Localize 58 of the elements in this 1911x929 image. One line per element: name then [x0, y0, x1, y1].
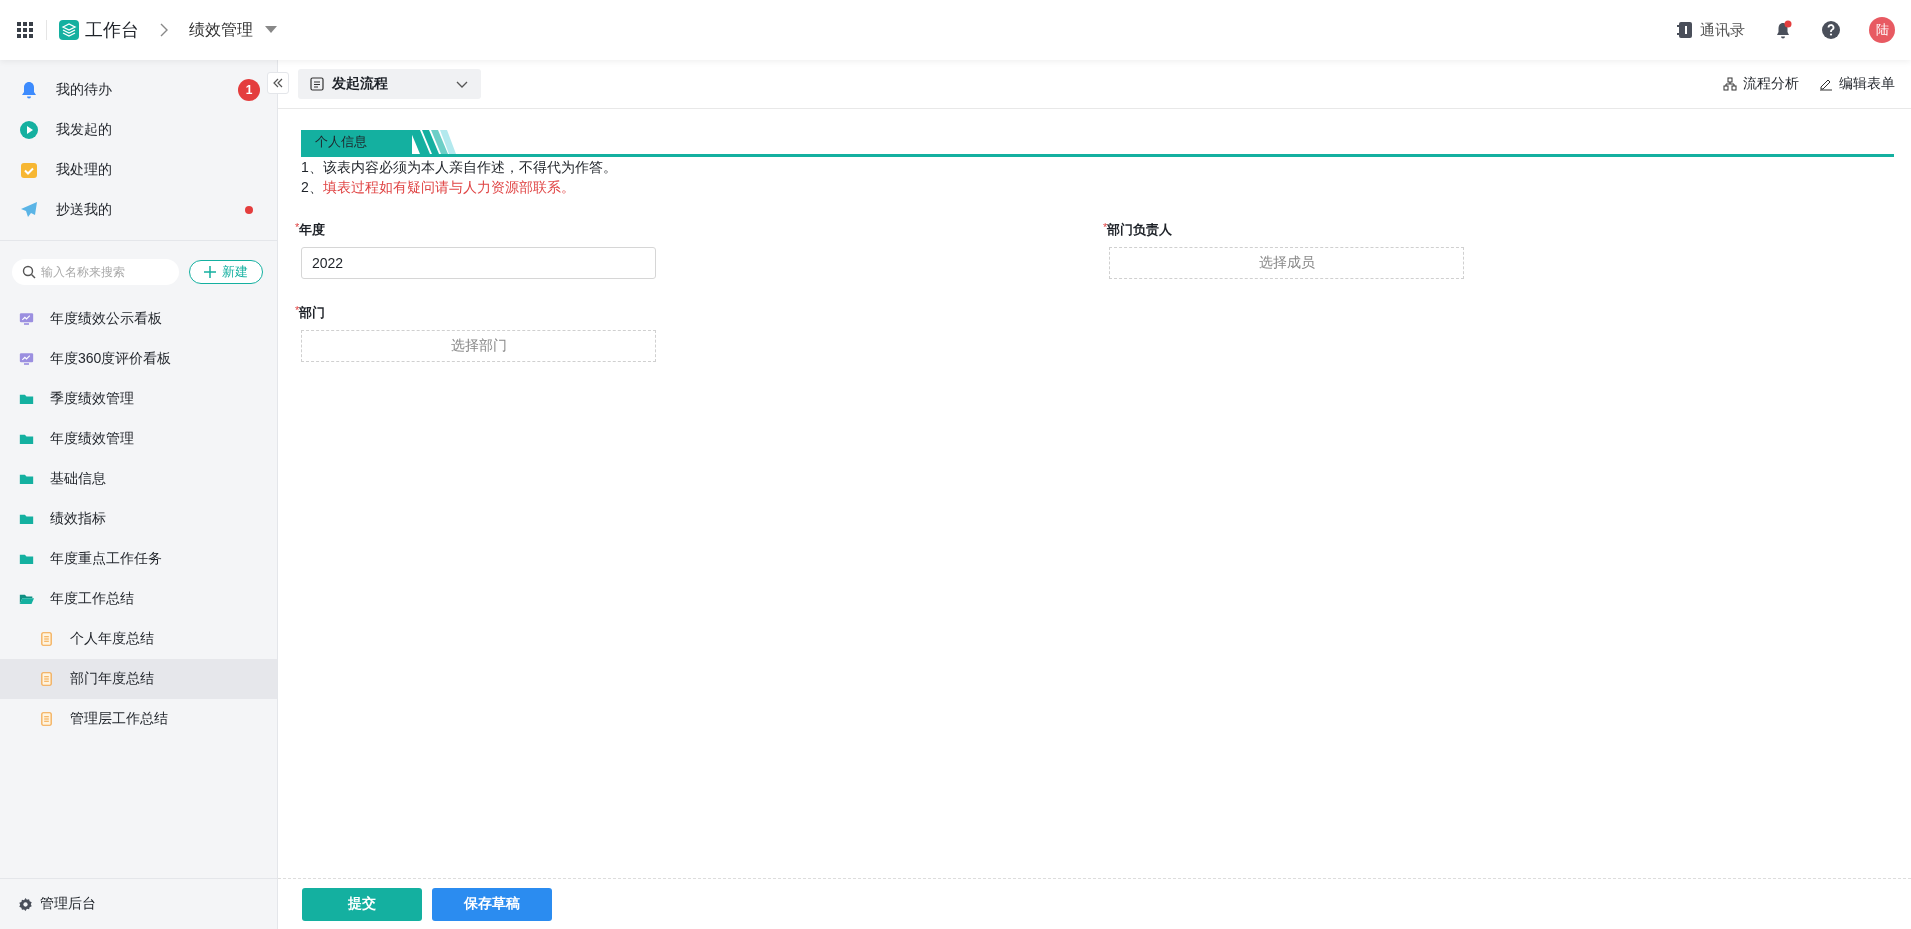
toolbar-link[interactable]: 编辑表单: [1819, 75, 1895, 93]
contacts-link[interactable]: 通讯录: [1700, 20, 1745, 40]
document-icon: [39, 632, 54, 646]
field-label: 年度: [299, 221, 326, 239]
toolbar-link[interactable]: 流程分析: [1723, 75, 1799, 93]
sidebar-item[interactable]: 我处理的: [56, 161, 260, 179]
settings-icon: [18, 896, 33, 912]
app-grid-icon[interactable]: [16, 21, 34, 39]
sidebar-item[interactable]: 基础信息: [50, 470, 106, 488]
workspace-title[interactable]: 工作台: [85, 18, 139, 42]
app-name[interactable]: 绩效管理: [189, 19, 253, 41]
search-field[interactable]: 输入名称来搜索: [12, 259, 179, 285]
pencil-icon: [1819, 77, 1833, 91]
required-mark: *: [1103, 221, 1108, 233]
document-icon: [39, 712, 54, 726]
stripes-decoration: [410, 130, 456, 154]
picker-field[interactable]: 选择部门: [301, 330, 656, 362]
document-icon: [39, 672, 54, 686]
chevron-right-icon: [159, 23, 169, 37]
process-dropdown[interactable]: 发起流程: [298, 69, 481, 99]
search-icon: [22, 265, 36, 279]
bell-icon: [19, 80, 39, 100]
count-badge: 1: [238, 79, 260, 101]
sidebar-item[interactable]: 年度工作总结: [50, 590, 134, 608]
collapse-button[interactable]: [267, 72, 289, 94]
sidebar-item[interactable]: 年度360度评价看板: [50, 350, 172, 368]
caret-icon[interactable]: [265, 26, 277, 34]
play-icon: [19, 120, 39, 140]
sidebar-item[interactable]: 我发起的: [56, 121, 260, 139]
required-mark: *: [295, 304, 300, 316]
input-field[interactable]: 2022: [301, 247, 656, 279]
sidebar-item[interactable]: 年度绩效公示看板: [50, 310, 162, 328]
tree-item[interactable]: 个人年度总结: [0, 619, 277, 659]
sidebar-item[interactable]: 绩效指标: [50, 510, 106, 528]
sidebar-item[interactable]: 年度重点工作任务: [50, 550, 162, 568]
sidebar-item[interactable]: 年度绩效管理: [50, 430, 134, 448]
sidebar-item[interactable]: 季度绩效管理: [50, 390, 134, 408]
admin-link[interactable]: 管理后台: [40, 895, 96, 913]
required-mark: *: [295, 221, 300, 233]
document-icon: [310, 77, 324, 91]
help-icon[interactable]: [1821, 20, 1841, 40]
layers-logo-icon: [59, 20, 79, 40]
double-chevron-left-icon: [272, 77, 284, 89]
contacts-book-icon[interactable]: [1676, 21, 1694, 39]
instruction-note: 1、该表内容必须为本人亲自作述，不得代为作答。: [301, 158, 618, 177]
hierarchy-icon: [1723, 77, 1737, 91]
instruction-note: 2、填表过程如有疑问请与人力资源部联系。: [301, 178, 576, 197]
tree-item[interactable]: 部门年度总结: [0, 659, 277, 699]
field-label: 部门负责人: [1107, 221, 1173, 239]
tree-item[interactable]: 管理层工作总结: [0, 699, 277, 739]
picker-field[interactable]: 选择成员: [1109, 247, 1464, 279]
sidebar-item[interactable]: 我的待办: [56, 81, 221, 99]
monitor-chart-icon: [19, 352, 34, 366]
sidebar-item[interactable]: 抄送我的: [56, 201, 228, 219]
monitor-chart-icon: [19, 312, 34, 326]
field-label: 部门: [299, 304, 326, 322]
plus-icon: [204, 266, 216, 278]
checked-box-icon: [19, 160, 39, 180]
